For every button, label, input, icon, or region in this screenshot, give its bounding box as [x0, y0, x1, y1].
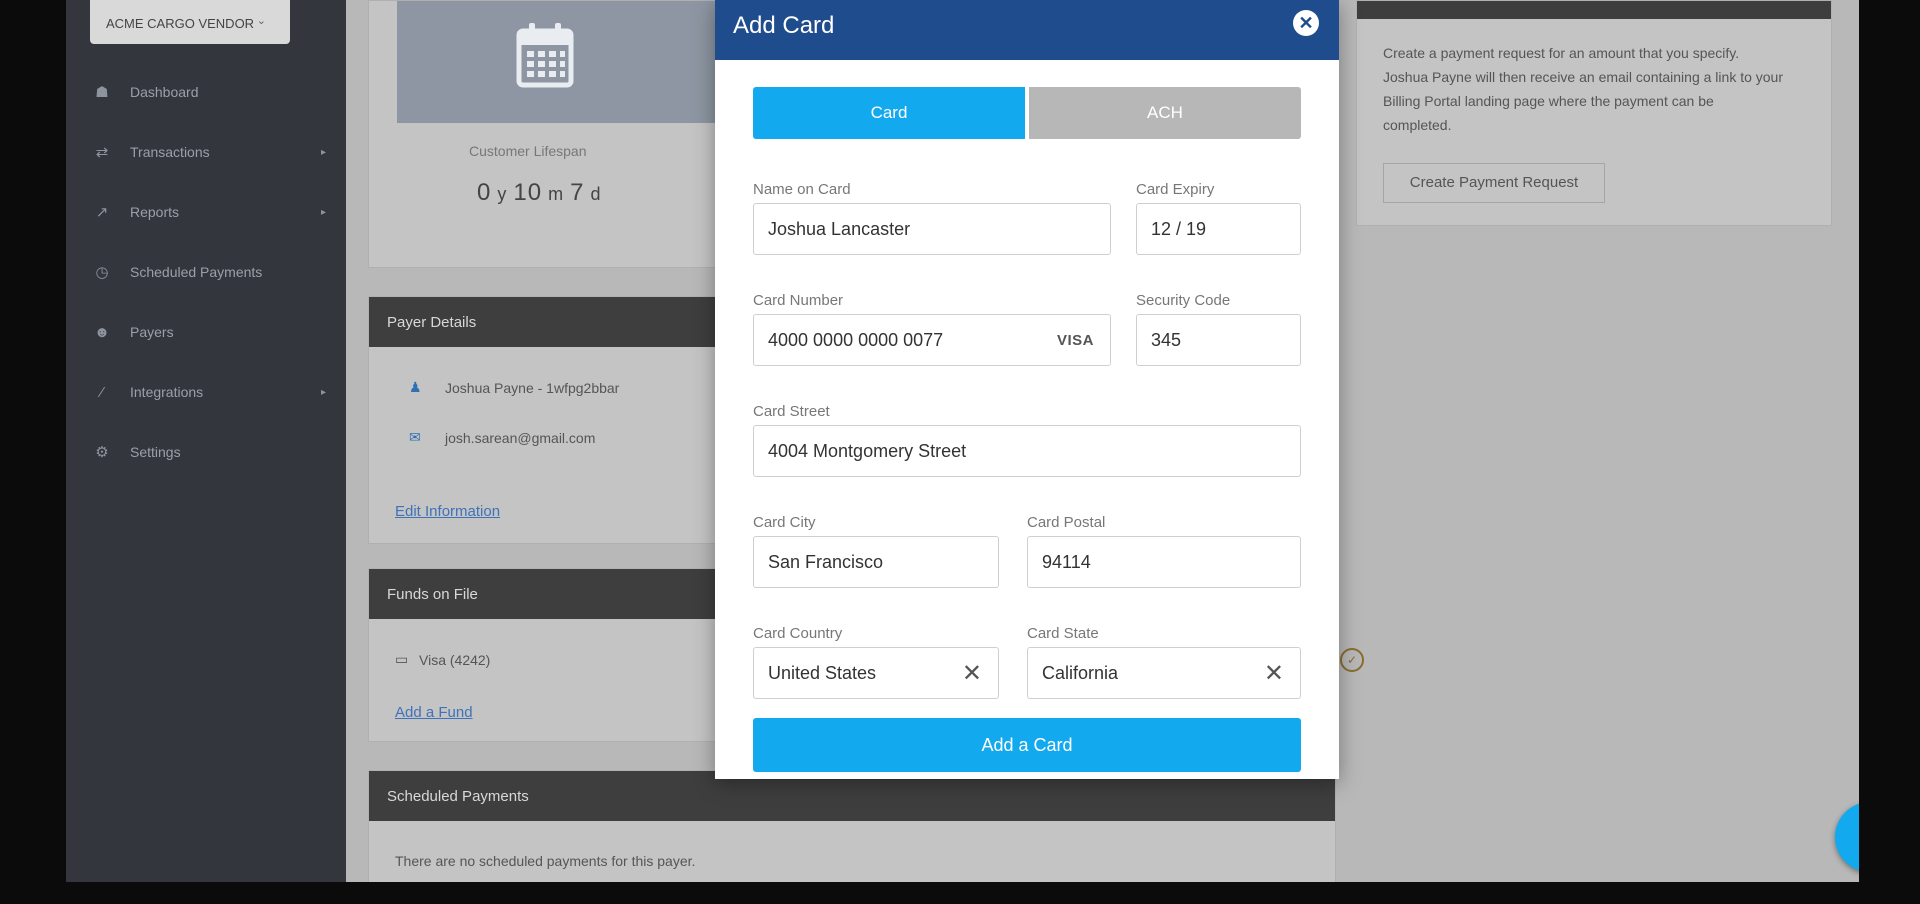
card-country-select[interactable]: United States ✕ — [753, 647, 999, 699]
sidebar-nav: ☗ Dashboard ⇄ Transactions ▸ ↗ Reports ▸ ◷ Schedu… — [66, 62, 346, 482]
credit-card-icon: ▭ — [395, 651, 409, 667]
add-card-button[interactable]: Add a Card — [753, 718, 1301, 772]
card-number-value: 4000 0000 0000 0077 — [768, 330, 944, 350]
sidebar-item-transactions[interactable]: ⇄ Transactions ▸ — [66, 122, 346, 182]
card-number-input[interactable]: 4000 0000 0000 0077 VISA — [753, 314, 1111, 366]
card-city-input[interactable]: San Francisco — [753, 536, 999, 588]
lifespan-days: 7 — [570, 179, 585, 206]
lifespan-value: 0 y 10 m 7 d — [477, 179, 602, 206]
fund-card: Visa (4242) — [419, 651, 491, 668]
clock-icon: ◷ — [95, 264, 109, 281]
edit-information-link[interactable]: Edit Information — [395, 503, 500, 520]
payment-request-panel: Create a payment request for an amount t… — [1356, 0, 1832, 226]
lifespan-months: 10 — [513, 179, 543, 206]
security-code-input[interactable]: 345 — [1136, 314, 1301, 366]
clear-state-icon[interactable]: ✕ — [1264, 659, 1284, 688]
dashboard-icon: ☗ — [95, 84, 109, 101]
user-icon: ♟ — [409, 379, 422, 395]
sidebar-item-label: Reports — [130, 204, 180, 220]
payer-name: Joshua Payne - 1wfpg2bbar — [445, 379, 620, 396]
sidebar-item-label: Transactions — [130, 144, 210, 160]
tab-card[interactable]: Card — [753, 87, 1025, 139]
card-country-value: United States — [768, 663, 877, 683]
vendor-selector[interactable]: ACME CARGO VENDOR ⌄ — [90, 0, 290, 44]
add-fund-link[interactable]: Add a Fund — [395, 704, 473, 721]
status-icon: ✓ — [1340, 648, 1364, 672]
card-state-value: California — [1042, 663, 1119, 683]
chevron-right-icon: ▸ — [320, 146, 326, 158]
payer-name-row: ♟ Joshua Payne - 1wfpg2bbar — [409, 379, 619, 396]
payers-icon: ☻ — [94, 323, 110, 341]
sidebar-item-label: Settings — [130, 444, 181, 460]
sidebar-item-settings[interactable]: ⚙ Settings — [66, 422, 346, 482]
card-postal-label: Card Postal — [1027, 514, 1106, 531]
card-city-label: Card City — [753, 514, 816, 531]
name-on-card-label: Name on Card — [753, 181, 851, 198]
envelope-icon: ✉ — [409, 429, 421, 445]
app-window: ACME CARGO VENDOR ⌄ ☗ Dashboard ⇄ Transacti… — [66, 0, 1859, 882]
sidebar-item-dashboard[interactable]: ☗ Dashboard — [66, 62, 346, 122]
chevron-down-icon: ⌄ — [256, 15, 266, 27]
payment-request-header — [1357, 1, 1831, 19]
calendar-icon — [516, 23, 574, 88]
sidebar-item-reports[interactable]: ↗ Reports ▸ — [66, 182, 346, 242]
close-icon[interactable]: ✕ — [1293, 10, 1319, 36]
sidebar: ACME CARGO VENDOR ⌄ ☗ Dashboard ⇄ Transacti… — [66, 0, 346, 882]
scheduled-panel: Scheduled Payments There are no schedule… — [368, 770, 1336, 882]
card-state-select[interactable]: California ✕ — [1027, 647, 1301, 699]
reports-icon: ↗ — [95, 204, 109, 221]
fund-row[interactable]: ▭ Visa (4242) — [395, 651, 490, 668]
card-state-label: Card State — [1027, 625, 1099, 642]
payment-request-text: Create a payment request for an amount t… — [1383, 45, 1784, 133]
sidebar-item-label: Payers — [130, 324, 174, 340]
name-on-card-input[interactable]: Joshua Lancaster — [753, 203, 1111, 255]
card-expiry-label: Card Expiry — [1136, 181, 1215, 198]
card-postal-input[interactable]: 94114 — [1027, 536, 1301, 588]
sidebar-item-label: Scheduled Payments — [130, 264, 263, 280]
sidebar-item-scheduled-payments[interactable]: ◷ Scheduled Payments — [66, 242, 346, 302]
tab-ach[interactable]: ACH — [1029, 87, 1301, 139]
card-street-label: Card Street — [753, 403, 830, 420]
modal-header: Add Card ✕ — [715, 0, 1339, 60]
security-code-label: Security Code — [1136, 292, 1231, 309]
visa-brand-icon: VISA — [1056, 332, 1094, 349]
payer-email-row: ✉ josh.sarean@gmail.com — [409, 429, 595, 446]
sidebar-item-label: Dashboard — [130, 84, 199, 100]
lifespan-years: 0 — [477, 179, 492, 206]
chevron-right-icon: ▸ — [320, 386, 326, 398]
integrations-icon: ⁄ — [100, 383, 104, 401]
add-card-modal: Add Card ✕ Card ACH Name on Card Joshua … — [715, 0, 1339, 779]
payment-type-tabs: Card ACH — [753, 87, 1301, 139]
scheduled-empty-text: There are no scheduled payments for this… — [395, 853, 696, 869]
card-number-label: Card Number — [753, 292, 844, 309]
card-expiry-input[interactable]: 12 / 19 — [1136, 203, 1301, 255]
clear-country-icon[interactable]: ✕ — [962, 659, 982, 688]
transactions-icon: ⇄ — [95, 144, 109, 161]
card-country-label: Card Country — [753, 625, 843, 642]
sidebar-item-integrations[interactable]: ⁄ Integrations ▸ — [66, 362, 346, 422]
settings-icon: ⚙ — [95, 444, 109, 461]
vendor-name: ACME CARGO VENDOR — [106, 16, 255, 31]
chevron-right-icon: ▸ — [320, 206, 326, 218]
sidebar-item-payers[interactable]: ☻ Payers — [66, 302, 346, 362]
lifespan-label: Customer Lifespan — [469, 143, 587, 159]
create-payment-request-button[interactable]: Create Payment Request — [1383, 163, 1605, 203]
card-street-input[interactable]: 4004 Montgomery Street — [753, 425, 1301, 477]
modal-title: Add Card — [733, 12, 835, 39]
sidebar-item-label: Integrations — [130, 384, 204, 400]
payer-email: josh.sarean@gmail.com — [445, 429, 596, 446]
